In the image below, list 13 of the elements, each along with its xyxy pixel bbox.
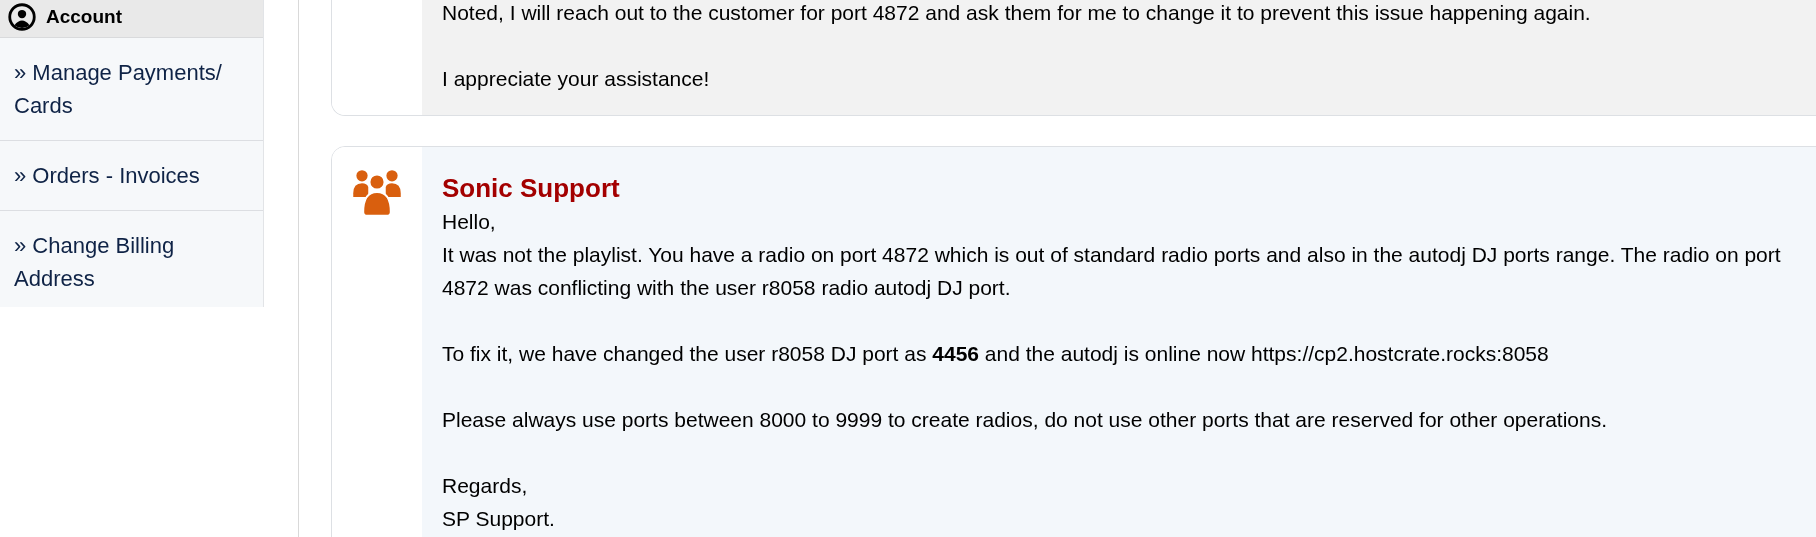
sidebar-title: Account <box>46 5 122 28</box>
message-text: Please always use ports between 8000 to 9999 to create radios, do not use other ports that are reserved for other operations. <box>442 407 1609 433</box>
sidebar-link[interactable]: » Manage Payments/ Cards <box>0 38 263 141</box>
message-text: To fix it, we have changed the user r8058 DJ port as 4456 and the autodj is online now https://cp2.hostcrate.rocks:8058 <box>442 341 1550 367</box>
author-name: Sonic Support <box>442 172 621 205</box>
user-icon <box>8 2 36 31</box>
message-text: Hello, It was not the playlist. You have a radio on port 4872 which is out of standard radio ports and also in the autodj DJ ports range. The radio on port 4872 was conflicting with the user r8058 radio autodj DJ port. <box>442 209 1782 301</box>
message-text: Regards, SP Support. <box>442 473 556 532</box>
message-text: Noted, I will reach out to the customer for port 4872 and ask them for me to change it to prevent this issue happening again. <box>442 0 1592 26</box>
users-icon <box>352 167 402 217</box>
sidebar-link[interactable]: » Orders - Invoices <box>0 141 263 211</box>
message-text: I appreciate your assistance! <box>442 66 711 92</box>
sidebar-link[interactable]: » Change Billing Address <box>0 211 263 307</box>
